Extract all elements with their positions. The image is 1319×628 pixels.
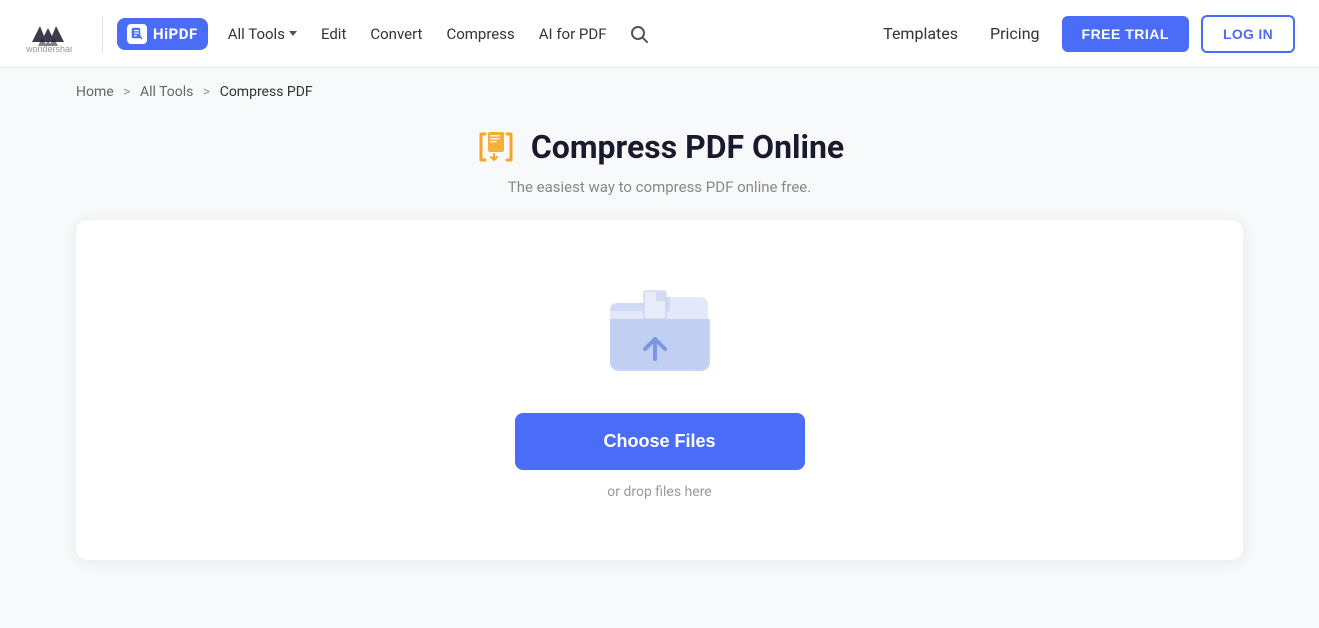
upload-folder-icon bbox=[600, 281, 720, 381]
page-title: Compress PDF Online bbox=[531, 128, 844, 166]
breadcrumb-sep-2: > bbox=[203, 84, 210, 100]
nav-ai-for-pdf[interactable]: AI for PDF bbox=[529, 19, 617, 49]
title-row: Compress PDF Online bbox=[0, 126, 1319, 168]
choose-files-button[interactable]: Choose Files bbox=[515, 413, 805, 470]
wondershare-logo: wondershare bbox=[24, 14, 72, 54]
navbar: wondershare HiPDF All Tools Edit Convert bbox=[0, 0, 1319, 68]
page-subtitle: The easiest way to compress PDF online f… bbox=[0, 178, 1319, 196]
nav-links: All Tools Edit Convert Compress AI for P… bbox=[218, 18, 657, 50]
breadcrumb-home[interactable]: Home bbox=[76, 84, 114, 100]
nav-pricing[interactable]: Pricing bbox=[980, 18, 1050, 49]
nav-templates[interactable]: Templates bbox=[873, 18, 968, 49]
all-tools-chevron-icon bbox=[289, 31, 297, 36]
nav-edit[interactable]: Edit bbox=[311, 19, 356, 49]
logo-wrapper: wondershare bbox=[24, 14, 72, 54]
nav-compress[interactable]: Compress bbox=[436, 19, 524, 49]
free-trial-button[interactable]: FREE TRIAL bbox=[1062, 16, 1189, 52]
login-button[interactable]: LOG IN bbox=[1201, 15, 1295, 53]
search-icon bbox=[629, 24, 649, 44]
hipdf-badge-icon bbox=[127, 24, 147, 44]
nav-divider bbox=[102, 16, 103, 52]
drop-hint-text: or drop files here bbox=[607, 484, 711, 500]
breadcrumb: Home > All Tools > Compress PDF bbox=[0, 68, 1319, 116]
svg-text:wondershare: wondershare bbox=[25, 44, 72, 54]
search-button[interactable] bbox=[621, 18, 657, 50]
compress-pdf-icon bbox=[475, 126, 517, 168]
upload-icon-wrapper bbox=[600, 281, 720, 385]
breadcrumb-sep-1: > bbox=[123, 84, 130, 100]
breadcrumb-all-tools[interactable]: All Tools bbox=[140, 84, 193, 100]
nav-all-tools[interactable]: All Tools bbox=[218, 19, 307, 49]
hipdf-label: HiPDF bbox=[153, 25, 198, 43]
hipdf-brand[interactable]: HiPDF bbox=[117, 18, 208, 50]
upload-container: Choose Files or drop files here bbox=[76, 220, 1243, 560]
page-header: Compress PDF Online The easiest way to c… bbox=[0, 116, 1319, 220]
breadcrumb-current: Compress PDF bbox=[220, 84, 313, 100]
nav-convert[interactable]: Convert bbox=[360, 19, 432, 49]
nav-right: Templates Pricing FREE TRIAL LOG IN bbox=[873, 15, 1295, 53]
